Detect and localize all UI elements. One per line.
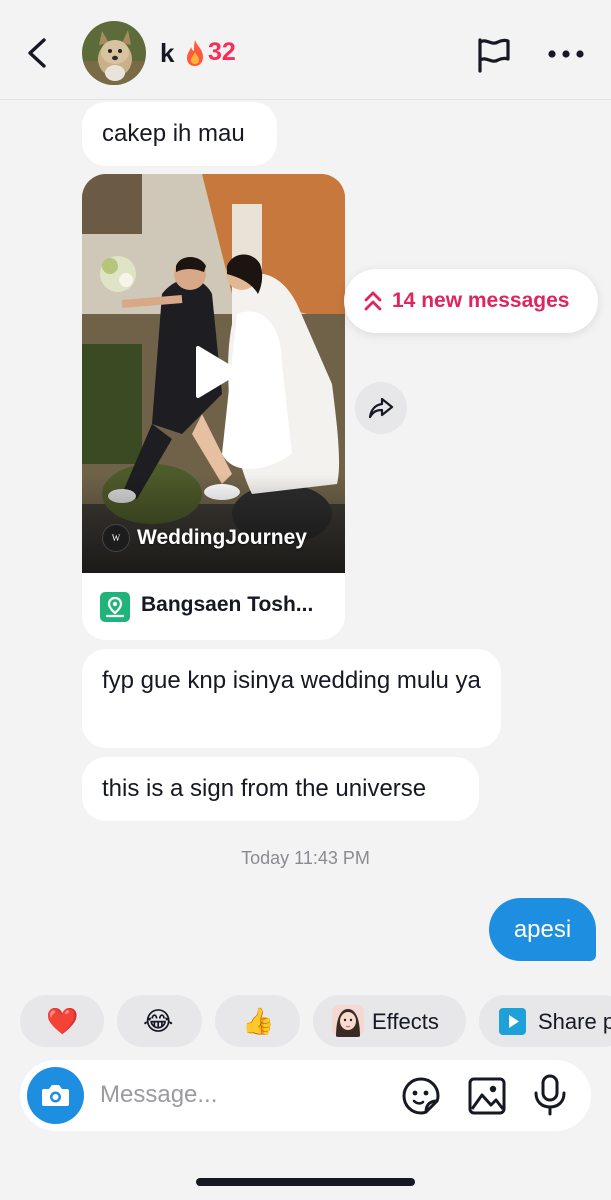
message-input[interactable] [100, 1077, 380, 1113]
streak-count: 32 [208, 38, 236, 66]
chat-username[interactable]: k [160, 38, 174, 69]
heart-emoji-icon: ❤️ [46, 1006, 79, 1036]
double-chevron-up-icon [364, 291, 382, 311]
dog-avatar-image [82, 21, 146, 85]
message-timestamp: Today 11:43 PM [241, 848, 370, 868]
microphone-icon[interactable] [532, 1074, 568, 1116]
effects-button[interactable]: Effects [313, 995, 466, 1047]
effect-thumbnail-image [332, 1005, 364, 1037]
avatar[interactable] [82, 21, 146, 85]
play-icon[interactable] [192, 344, 242, 400]
incoming-message[interactable]: fyp gue knp isinya wedding mulu ya [82, 649, 501, 748]
location-pin-icon [100, 592, 130, 622]
account-logo: W [102, 524, 130, 552]
video-account-name[interactable]: WeddingJourney [137, 526, 307, 550]
forward-share-button[interactable] [355, 382, 407, 434]
video-location-label[interactable]: Bangsaen Tosh... [141, 593, 313, 617]
share-label: Share p [538, 1009, 611, 1034]
back-chevron-icon[interactable] [22, 36, 52, 70]
laughing-emoji-icon: 😂 [143, 1006, 174, 1036]
flag-icon[interactable] [474, 36, 512, 74]
new-messages-pill[interactable]: 14 new messages [344, 269, 598, 333]
effects-label: Effects [372, 1009, 439, 1034]
outgoing-message[interactable]: apesi [489, 898, 596, 961]
more-horizontal-icon[interactable] [546, 48, 586, 60]
quick-reaction-laugh[interactable]: 😂 [117, 995, 202, 1047]
message-composer [20, 1060, 591, 1131]
quick-reaction-thumbs-up[interactable]: 👍 [215, 995, 300, 1047]
quick-reaction-heart[interactable]: ❤️ [20, 995, 104, 1047]
message-text: fyp gue knp isinya wedding mulu ya [102, 667, 481, 694]
thumbs-up-emoji-icon: 👍 [242, 1006, 275, 1036]
message-text: cakep ih mau [102, 120, 245, 147]
camera-button[interactable] [27, 1067, 84, 1124]
camera-icon [42, 1085, 69, 1106]
sticker-icon[interactable] [401, 1076, 441, 1116]
incoming-message[interactable]: cakep ih mau [82, 102, 277, 166]
chat-header: k 32 [0, 0, 611, 100]
home-indicator[interactable] [196, 1178, 415, 1186]
message-text: apesi [513, 916, 572, 943]
gallery-image-icon[interactable] [467, 1076, 507, 1116]
incoming-message[interactable]: this is a sign from the universe [82, 757, 479, 821]
play-square-icon [499, 1008, 526, 1035]
share-profile-button[interactable]: Share p [479, 995, 611, 1047]
share-arrow-icon [368, 397, 394, 419]
fire-icon [187, 40, 203, 66]
shared-video-card[interactable]: W WeddingJourney Bangsaen Tosh... [82, 174, 345, 640]
new-messages-label: 14 new messages [392, 289, 570, 312]
message-text: this is a sign from the universe [102, 775, 427, 802]
